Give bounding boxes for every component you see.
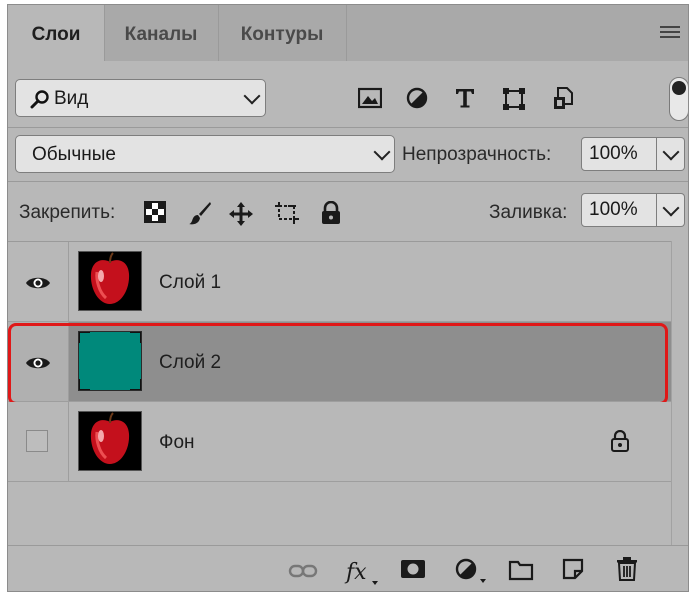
visibility-toggle[interactable] [8, 242, 69, 321]
opacity-dropdown-button[interactable] [657, 137, 685, 171]
filter-toggle-switch[interactable] [669, 77, 688, 121]
add-mask-icon[interactable] [400, 559, 426, 579]
layer-thumbnail [78, 251, 142, 311]
folder-icon[interactable] [508, 559, 534, 581]
layers-panel: Слои Каналы Контуры Вид Обычные Непрозра… [7, 4, 689, 592]
fx-icon[interactable]: fx [344, 557, 378, 587]
fill-dropdown-button[interactable] [657, 193, 685, 227]
chevron-down-icon [662, 143, 680, 161]
filter-kind-label: Вид [54, 88, 89, 109]
layer-name[interactable]: Слой 1 [159, 272, 221, 294]
lock-all-icon[interactable] [320, 201, 342, 225]
tab-channels[interactable]: Каналы [104, 5, 219, 61]
lock-icon[interactable] [610, 430, 630, 452]
chevron-down-icon [662, 199, 680, 217]
lock-position-icon[interactable] [228, 201, 254, 227]
lock-label: Закрепить: [19, 202, 116, 223]
filter-kind-select[interactable]: Вид [15, 79, 266, 117]
eye-icon [26, 277, 50, 289]
search-icon [30, 90, 49, 109]
trash-icon[interactable] [616, 557, 638, 581]
lock-image-pixels-icon[interactable] [188, 201, 212, 225]
opacity-input[interactable]: 100% [581, 137, 657, 171]
red-apple-icon [90, 412, 130, 464]
blend-mode-label: Обычные [32, 144, 116, 165]
layers-empty-area [8, 485, 672, 545]
image-filter-icon[interactable] [358, 87, 382, 109]
visibility-toggle[interactable] [8, 402, 69, 481]
adjustment-filter-icon[interactable] [406, 87, 428, 109]
svg-text:fx: fx [344, 560, 367, 585]
link-layers-icon[interactable] [288, 563, 318, 579]
divider [8, 127, 688, 128]
layer-name[interactable]: Фон [159, 432, 195, 454]
tab-layers[interactable]: Слои [8, 5, 105, 61]
chevron-down-icon [373, 143, 391, 161]
tab-bar: Слои Каналы Контуры [8, 5, 688, 61]
fill-label: Заливка: [489, 202, 568, 223]
layers-scrollbar[interactable] [671, 241, 688, 545]
opacity-label: Непрозрачность: [402, 144, 552, 165]
blend-mode-select[interactable]: Обычные [15, 135, 395, 173]
tab-paths[interactable]: Контуры [218, 5, 347, 61]
text-filter-icon[interactable] [454, 87, 476, 109]
chevron-down-icon [243, 87, 261, 105]
layer-row[interactable]: Фон [8, 402, 672, 482]
lock-transparent-pixels-icon[interactable] [144, 201, 166, 223]
new-layer-icon[interactable] [562, 558, 584, 580]
selection-highlight-outline [8, 323, 668, 405]
bottom-toolbar: fx [8, 545, 688, 591]
divider [8, 181, 688, 182]
layer-row[interactable]: Слой 1 [8, 242, 672, 322]
panel-menu-icon[interactable] [660, 26, 680, 40]
red-apple-icon [90, 252, 130, 304]
shape-filter-icon[interactable] [502, 87, 526, 111]
smart-object-filter-icon[interactable] [553, 87, 575, 111]
visibility-off-box [26, 430, 48, 452]
lock-artboard-icon[interactable] [274, 201, 300, 225]
layer-thumbnail [78, 411, 142, 471]
fill-input[interactable]: 100% [581, 193, 657, 227]
adjustment-layer-icon[interactable] [454, 557, 486, 585]
